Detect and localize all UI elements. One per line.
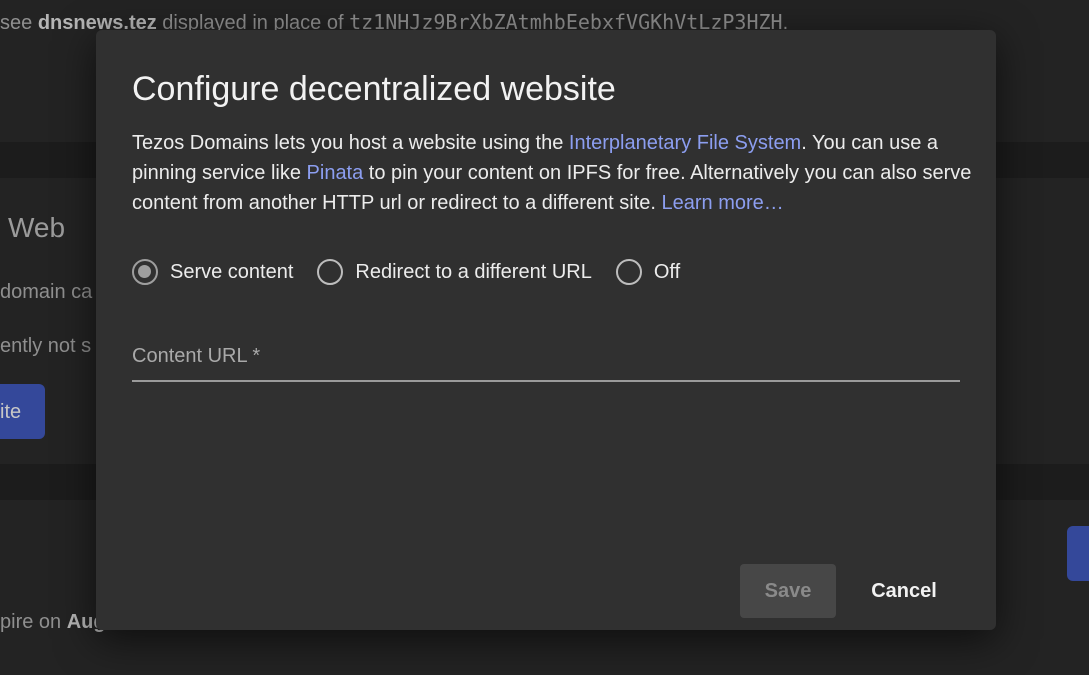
description-part-1: Tezos Domains lets you host a website us… bbox=[132, 132, 569, 154]
radio-label-redirect-url: Redirect to a different URL bbox=[355, 260, 592, 283]
radio-label-off: Off bbox=[653, 260, 681, 283]
radio-unchecked-icon bbox=[615, 259, 642, 285]
configure-website-dialog: Configure decentralized website Tezos Do… bbox=[96, 30, 996, 630]
pinata-link[interactable]: Pinata bbox=[307, 162, 364, 184]
background-right-button[interactable] bbox=[1067, 526, 1089, 581]
background-expire-line: pire on Aug bbox=[0, 611, 106, 634]
radio-off[interactable]: Off bbox=[615, 259, 681, 285]
website-mode-radio-group: Serve content Redirect to a different UR… bbox=[132, 256, 704, 288]
background-prefix: see bbox=[0, 12, 33, 34]
dialog-title: Configure decentralized website bbox=[132, 70, 616, 108]
background-line-1: domain ca bbox=[0, 281, 93, 303]
radio-redirect-url[interactable]: Redirect to a different URL bbox=[317, 259, 592, 285]
radio-label-serve-content: Serve content bbox=[170, 260, 294, 283]
content-url-input[interactable] bbox=[132, 338, 964, 380]
radio-serve-content[interactable]: Serve content bbox=[132, 259, 293, 285]
background-button-label: ite bbox=[0, 401, 22, 423]
background-website-button[interactable]: ite bbox=[0, 384, 45, 439]
background-line-2: ently not s bbox=[0, 335, 92, 357]
background-section-heading: l Web bbox=[0, 212, 66, 243]
radio-unchecked-icon bbox=[317, 259, 344, 285]
dialog-description: Tezos Domains lets you host a website us… bbox=[132, 128, 972, 218]
cancel-button[interactable]: Cancel bbox=[852, 564, 956, 618]
content-url-field: Content URL * bbox=[132, 338, 964, 382]
learn-more-link[interactable]: Learn more… bbox=[662, 192, 784, 214]
radio-checked-icon bbox=[132, 259, 158, 285]
save-button[interactable]: Save bbox=[740, 564, 836, 618]
background-expire-prefix: pire on bbox=[0, 611, 62, 633]
ipfs-link[interactable]: Interplanetary File System bbox=[569, 132, 801, 154]
